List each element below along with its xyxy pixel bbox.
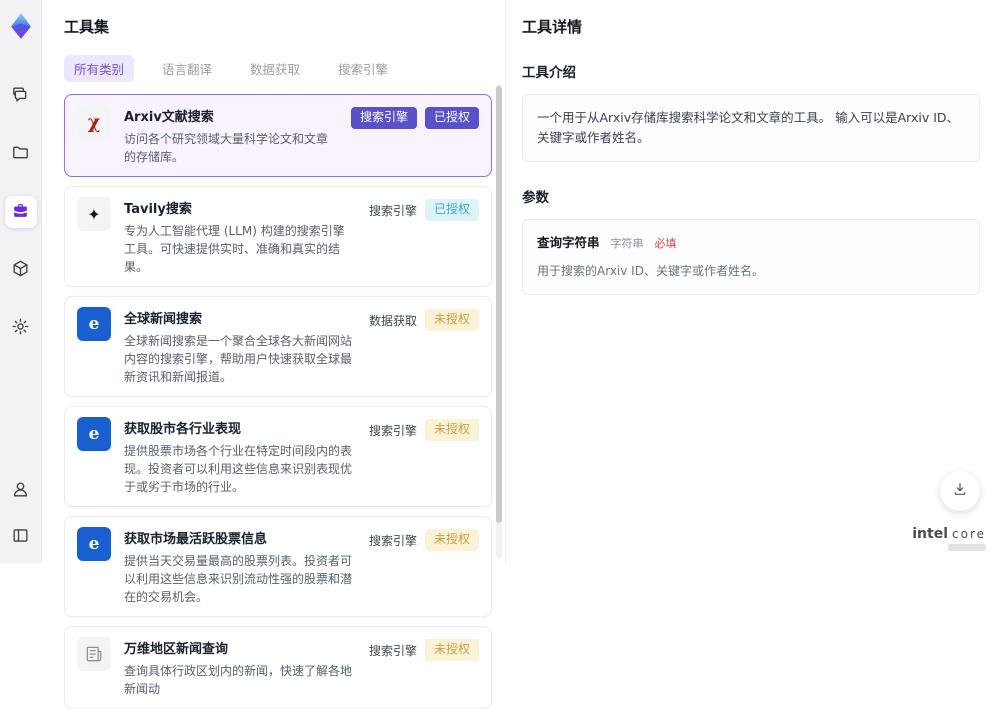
- status-badge: 未授权: [425, 529, 479, 551]
- sidebar-item-chat[interactable]: [5, 80, 37, 112]
- sidebar-item-toolset[interactable]: [5, 196, 37, 228]
- category-label: 搜索引擎: [369, 419, 417, 442]
- param-description: 用于搜索的Arxiv ID、关键字或作者姓名。: [537, 262, 965, 281]
- tool-description: 访问各个研究领域大量科学论文和文章的存储库。: [124, 130, 338, 166]
- intro-box: 一个用于从Arxiv存储库搜索科学论文和文章的工具。 输入可以是Arxiv ID…: [522, 94, 980, 162]
- list-item-regional-news[interactable]: 万维地区新闻查询 查询具体行政区划内的新闻，快速了解各地新闻动 搜索引擎 未授权: [64, 626, 492, 709]
- category-label: 搜索引擎: [369, 529, 417, 552]
- briefcase-icon: [11, 201, 30, 224]
- tool-name: 获取股市各行业表现: [124, 418, 356, 437]
- status-badge: 未授权: [425, 309, 479, 331]
- params-heading: 参数: [522, 186, 980, 206]
- tool-list: χ Arxiv文献搜索 访问各个研究领域大量科学论文和文章的存储库。 搜索引擎 …: [64, 94, 492, 709]
- intro-text: 一个用于从Arxiv存储库搜索科学论文和文章的工具。 输入可以是Arxiv ID…: [537, 110, 959, 145]
- tool-description: 专为人工智能代理 (LLM) 构建的搜索引擎工具。可快速提供实时、准确和真实的结…: [124, 222, 356, 276]
- category-label: 数据获取: [369, 309, 417, 332]
- scrollbar-thumb[interactable]: [496, 86, 502, 523]
- status-badge: 未授权: [425, 419, 479, 441]
- chat-icon: [11, 85, 30, 108]
- tool-list-panel: 工具集 所有类别 语言翻译 数据获取 搜索引擎 χ Arxiv文献搜索 访问各个…: [42, 0, 505, 563]
- intel-core-logo: intel core: [912, 526, 986, 551]
- tab-data-fetch[interactable]: 数据获取: [240, 55, 310, 82]
- tool-description: 提供股票市场各个行业在特定时间段内的表现。投资者可以利用这些信息来识别表现优于或…: [124, 442, 356, 496]
- tool-description: 全球新闻搜索是一个聚合全球各大新闻网站内容的搜索引擎，帮助用户快速获取全球最新资…: [124, 332, 356, 386]
- app-logo-icon[interactable]: [7, 12, 35, 40]
- param-box: 查询字符串 字符串 必填 用于搜索的Arxiv ID、关键字或作者姓名。: [522, 219, 980, 295]
- arxiv-logo-icon: χ: [77, 105, 111, 139]
- left-sidebar: [0, 0, 42, 563]
- list-item-global-news[interactable]: e 全球新闻搜索 全球新闻搜索是一个聚合全球各大新闻网站内容的搜索引擎，帮助用户…: [64, 296, 492, 397]
- status-badge: 已授权: [425, 107, 479, 129]
- list-item-tavily[interactable]: ✦ Tavily搜索 专为人工智能代理 (LLM) 构建的搜索引擎工具。可快速提…: [64, 186, 492, 287]
- folder-icon: [11, 143, 30, 166]
- intel-sub-mark: [948, 544, 986, 551]
- tab-search-engine[interactable]: 搜索引擎: [328, 55, 398, 82]
- tab-language-translation[interactable]: 语言翻译: [152, 55, 222, 82]
- intel-product-text: core: [952, 527, 986, 541]
- status-badge: 未授权: [425, 639, 479, 661]
- tool-details-panel: 工具详情 工具介绍 一个用于从Arxiv存储库搜索科学论文和文章的工具。 输入可…: [505, 0, 1000, 563]
- category-label: 搜索引擎: [369, 639, 417, 662]
- details-title: 工具详情: [522, 16, 980, 37]
- tool-name: 万维地区新闻查询: [124, 638, 356, 657]
- tool-description: 查询具体行政区划内的新闻，快速了解各地新闻动: [124, 662, 356, 698]
- sidebar-item-files[interactable]: [5, 138, 37, 170]
- sidebar-item-models[interactable]: [5, 254, 37, 286]
- sidebar-item-settings[interactable]: [5, 312, 37, 344]
- status-badge: 已授权: [425, 199, 479, 221]
- intro-heading: 工具介绍: [522, 61, 980, 81]
- list-item-arxiv[interactable]: χ Arxiv文献搜索 访问各个研究领域大量科学论文和文章的存储库。 搜索引擎 …: [64, 94, 492, 177]
- category-badge: 搜索引擎: [351, 107, 417, 129]
- user-avatar[interactable]: [5, 473, 37, 505]
- news-logo-icon: e: [77, 527, 111, 561]
- category-tabs: 所有类别 语言翻译 数据获取 搜索引擎: [64, 55, 505, 82]
- param-type: 字符串: [611, 237, 644, 250]
- tool-description: 提供当天交易量最高的股票列表。投资者可以利用这些信息来识别流动性强的股票和潜在的…: [124, 552, 356, 606]
- tool-name: Arxiv文献搜索: [124, 106, 338, 125]
- tool-name: 获取市场最活跃股票信息: [124, 528, 356, 547]
- news-logo-icon: e: [77, 417, 111, 451]
- download-button[interactable]: [940, 471, 980, 511]
- param-header: 查询字符串 字符串 必填: [537, 233, 965, 253]
- tool-name: 全球新闻搜索: [124, 308, 356, 327]
- intel-brand-text: intel: [912, 526, 948, 542]
- news-logo-icon: e: [77, 307, 111, 341]
- tab-all-categories[interactable]: 所有类别: [64, 55, 134, 82]
- param-name: 查询字符串: [537, 235, 600, 250]
- download-icon: [952, 481, 968, 501]
- list-scrollbar[interactable]: [496, 84, 502, 559]
- list-item-most-active-stocks[interactable]: e 获取市场最活跃股票信息 提供当天交易量最高的股票列表。投资者可以利用这些信息…: [64, 516, 492, 617]
- gear-icon: [11, 317, 30, 340]
- tool-name: Tavily搜索: [124, 198, 356, 217]
- newspaper-icon: [77, 637, 111, 671]
- list-item-sector-performance[interactable]: e 获取股市各行业表现 提供股票市场各个行业在特定时间段内的表现。投资者可以利用…: [64, 406, 492, 507]
- page-title: 工具集: [64, 16, 505, 37]
- cube-icon: [11, 259, 30, 282]
- collapse-panel-icon[interactable]: [5, 519, 37, 551]
- category-label: 搜索引擎: [369, 199, 417, 222]
- tavily-star-icon: ✦: [77, 197, 111, 231]
- param-required-flag: 必填: [654, 237, 676, 250]
